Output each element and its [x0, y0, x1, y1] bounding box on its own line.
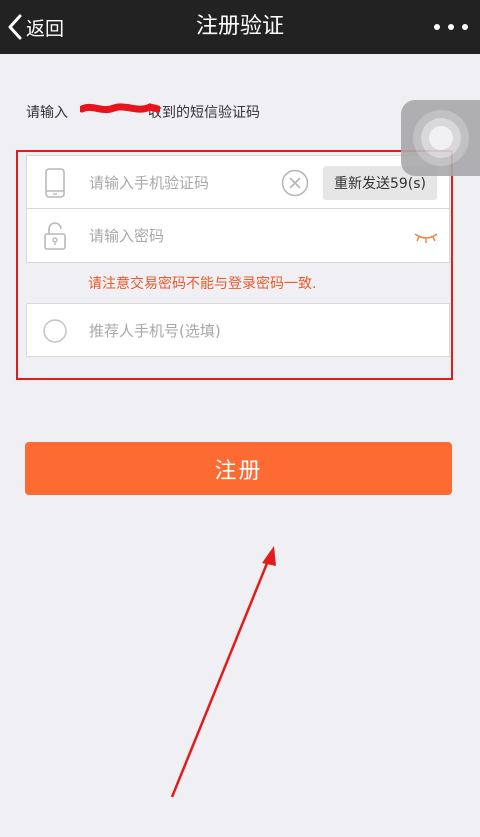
back-label: 返回: [26, 17, 65, 40]
page-title: 注册验证: [195, 14, 284, 39]
referrer-phone-input[interactable]: [89, 316, 309, 346]
unlock-icon: [41, 221, 69, 251]
assistive-touch-button[interactable]: [401, 100, 480, 176]
password-input[interactable]: [89, 221, 309, 251]
sms-code-input[interactable]: [89, 168, 309, 198]
sms-code-row: 重新发送59(s): [26, 155, 450, 209]
eye-closed-icon: [414, 233, 438, 243]
more-button[interactable]: [434, 17, 468, 37]
redaction-mark: [80, 103, 160, 114]
clear-button[interactable]: [281, 169, 309, 197]
password-warning: 请注意交易密码不能与登录密码一致.: [26, 263, 450, 303]
back-button[interactable]: 返回: [8, 0, 64, 54]
register-button[interactable]: 注册: [25, 442, 452, 495]
password-row: [26, 209, 450, 263]
more-dots-icon: [448, 24, 454, 30]
referrer-row: [26, 303, 450, 357]
clear-icon: [281, 169, 309, 197]
nav-bar: 返回 注册验证: [0, 0, 480, 54]
phone-icon: [41, 168, 69, 198]
register-verify-screen: 返回 注册验证 请输入 收到的短信验证码 请输入手机验证码 重新发送59(s) …: [0, 0, 480, 837]
assistive-ring-inner: [429, 126, 453, 150]
register-form: 重新发送59(s) 请注意交易密码不能与: [26, 155, 450, 357]
instruction-suffix: 收到的短信验证码: [148, 105, 260, 121]
more-dots-icon: [434, 24, 440, 30]
instruction-prefix: 请输入: [26, 105, 68, 121]
password-visibility-toggle[interactable]: [413, 229, 439, 243]
chevron-left-icon: [8, 14, 22, 40]
circle-icon: [41, 316, 69, 346]
more-dots-icon: [462, 24, 468, 30]
